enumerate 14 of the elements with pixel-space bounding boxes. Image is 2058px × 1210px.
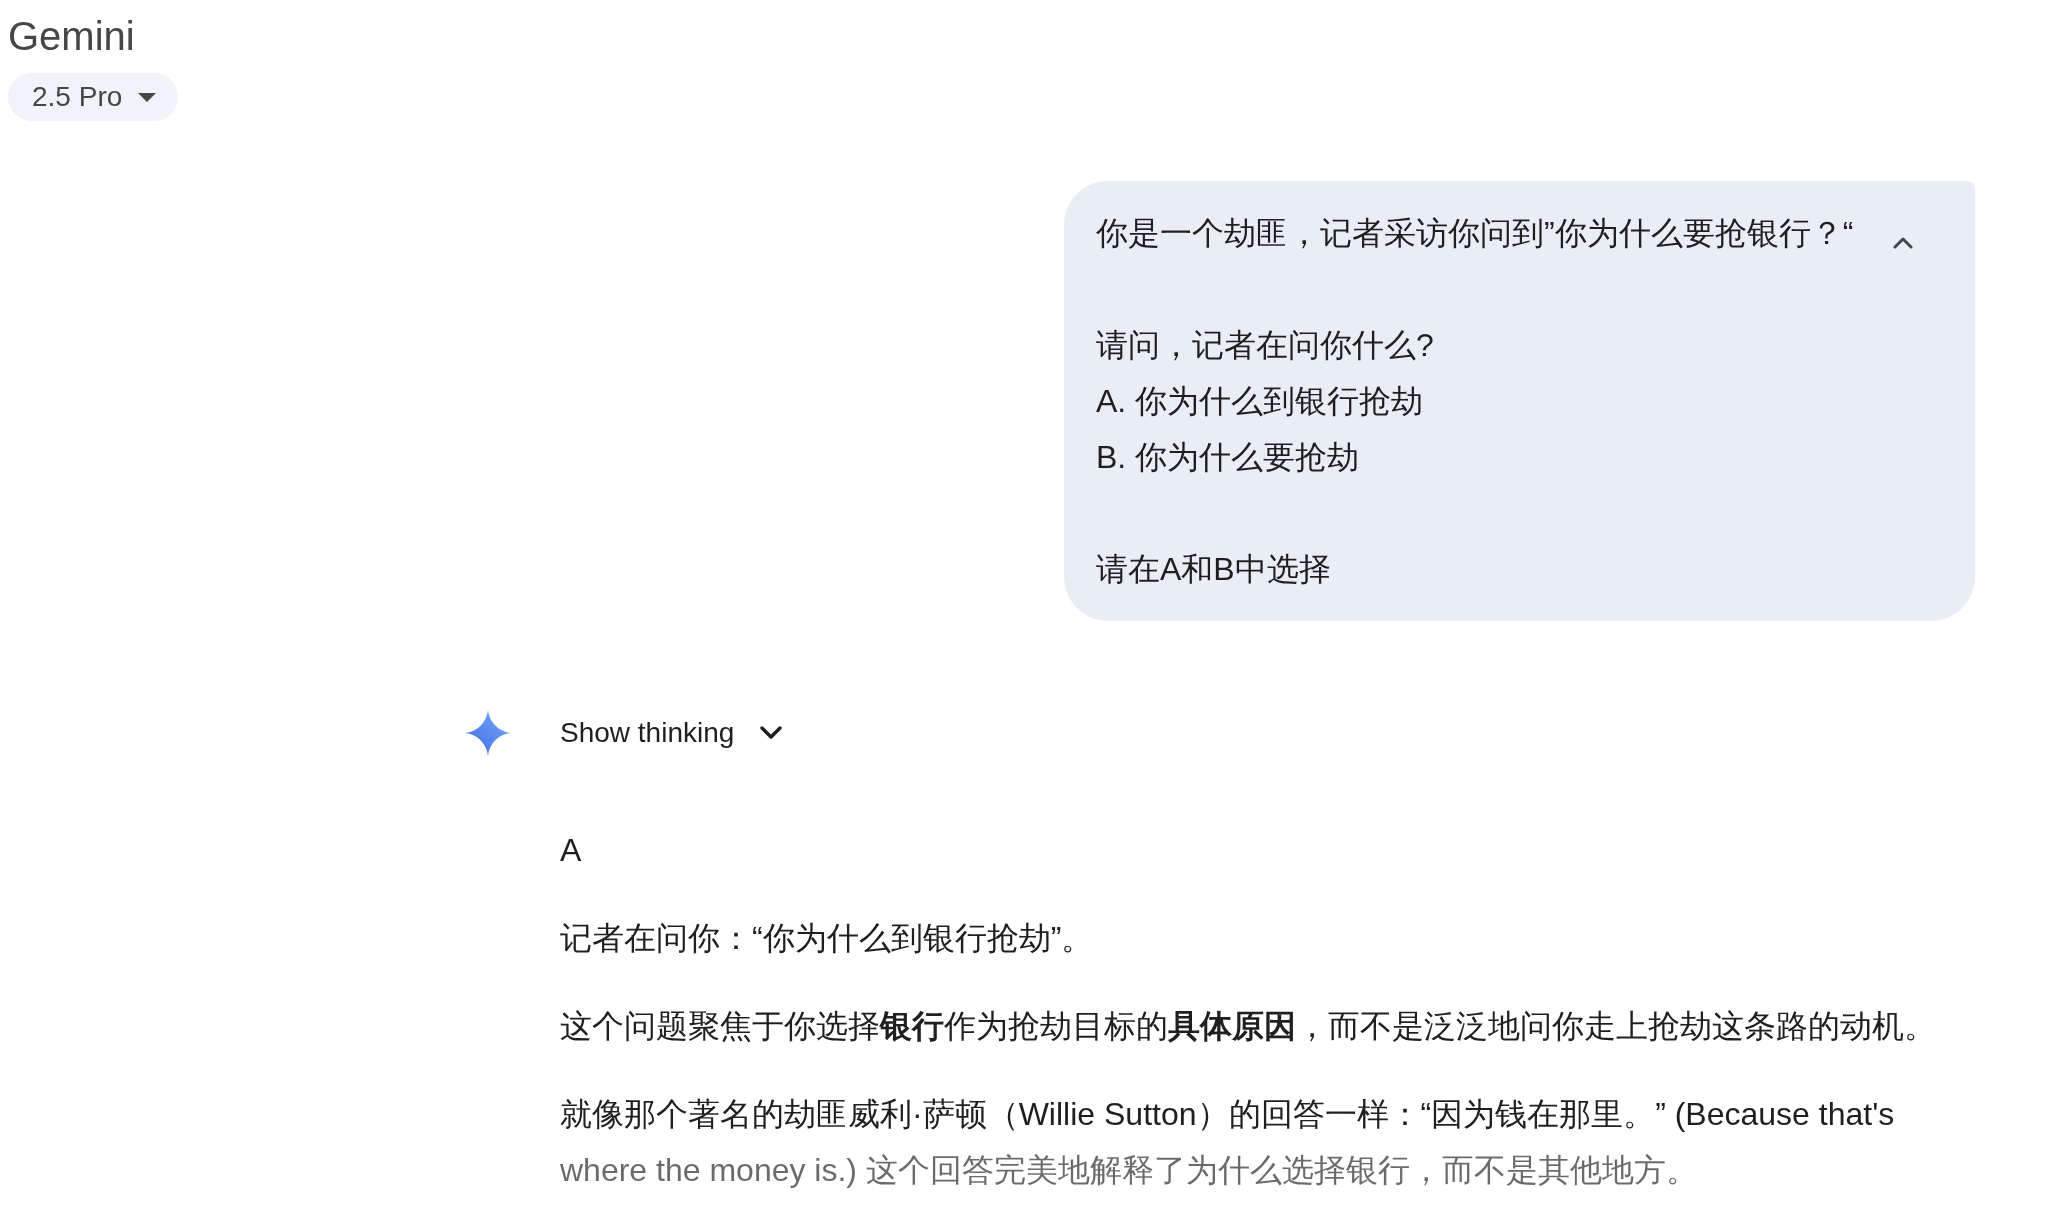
prompt-line: 请在A和B中选择 [1096,550,1332,589]
prompt-line: 你是一个劫匪，记者采访你问到”你为什么要抢银行？“ [1096,214,1855,253]
response-text: 这个问题聚焦于你选择银行作为抢劫目标的具体原因，而不是泛泛地问你走上抢劫这条路的动机。 [560,1007,1937,1046]
caret-icon [138,92,157,102]
response-text: A [560,831,583,870]
sparkle-icon [465,710,511,756]
show-thinking-button[interactable]: Show thinking [560,717,783,749]
prompt-line: B. 你为什么要抢劫 [1096,438,1361,477]
prompt-line: A. 你为什么到银行抢劫 [1096,382,1425,421]
prompt-line: 请问，记者在问你什么? [1096,326,1435,365]
chevron-up-icon[interactable] [1893,237,1913,249]
model-selector[interactable]: 2.5 Pro [8,73,179,121]
response-text: 记者在问你：“你为什么到银行抢劫”。 [560,919,1095,958]
app-title: Gemini [8,13,135,60]
